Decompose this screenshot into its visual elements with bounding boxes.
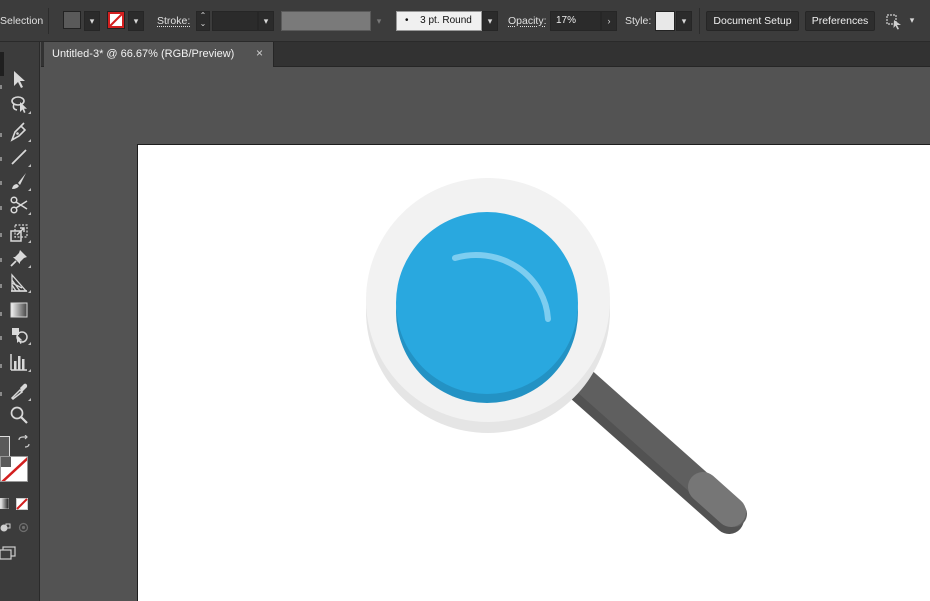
opacity-label[interactable]: Opacity: <box>508 15 547 27</box>
brush-dot-icon: • <box>405 15 409 26</box>
column-graph-tool[interactable] <box>8 351 32 373</box>
screen-mode-icon[interactable] <box>0 546 16 560</box>
scale-icon <box>10 224 28 242</box>
stroke-none-icon <box>108 12 124 28</box>
panel-edge-mark <box>0 157 2 161</box>
pin-icon <box>10 250 27 267</box>
style-swatch[interactable] <box>655 11 675 31</box>
panel-edge-mark <box>0 392 2 396</box>
document-tab[interactable]: Untitled-3* @ 66.67% (RGB/Preview) × <box>44 42 274 67</box>
panel-edge-mark <box>0 133 2 137</box>
gradient-swatch-icon[interactable] <box>0 497 10 510</box>
panel-edge-mark <box>0 206 2 210</box>
document-tab-bar: Untitled-3* @ 66.67% (RGB/Preview) × <box>41 42 930 67</box>
lasso-icon <box>11 96 27 113</box>
panel-edge-mark <box>0 85 2 89</box>
panel-edge-mark <box>0 336 2 340</box>
pen-tool[interactable] <box>8 121 32 143</box>
document-tab-title: Untitled-3* @ 66.67% (RGB/Preview) <box>52 48 235 60</box>
draw-normal-icon[interactable] <box>0 522 11 533</box>
line-segment-tool[interactable] <box>8 146 32 168</box>
scissors-icon <box>10 196 28 214</box>
none-button-icon[interactable] <box>16 498 28 510</box>
paintbrush-icon <box>12 173 26 189</box>
selection-label: Selection <box>0 15 44 27</box>
shape-builder-tool[interactable] <box>8 324 32 346</box>
brush-definition-field[interactable]: • 3 pt. Round <box>396 11 482 31</box>
fill-dropdown-button[interactable]: ▾ <box>84 11 100 31</box>
eyedropper-tool[interactable] <box>8 380 32 402</box>
stroke-color-box[interactable] <box>0 456 28 482</box>
perspective-grid-icon <box>11 273 28 292</box>
selection-tool-active-marker <box>0 52 4 76</box>
scissors-tool[interactable] <box>8 194 32 216</box>
gradient-tool[interactable] <box>8 299 32 321</box>
arrange-documents-icon[interactable] <box>884 11 904 31</box>
swap-fill-stroke-icon[interactable] <box>17 434 31 449</box>
line-icon <box>11 149 27 165</box>
perspective-grid-tool[interactable] <box>8 272 32 294</box>
stroke-dropdown-button[interactable]: ▾ <box>128 11 144 31</box>
stroke-weight-dropdown[interactable]: ▾ <box>258 11 274 31</box>
tools-panel <box>0 42 40 601</box>
zoom-tool[interactable] <box>8 404 32 426</box>
direct-selection-tool[interactable] <box>8 68 32 90</box>
stroke-weight-stepper[interactable]: ⌃ ⌄ <box>196 11 210 31</box>
style-label: Style: <box>625 15 652 27</box>
control-separator <box>48 8 49 34</box>
magnifier-lens <box>396 212 578 394</box>
control-separator <box>699 8 700 34</box>
stroke-swatch[interactable] <box>107 11 125 29</box>
magnifying-glass-artwork[interactable] <box>138 145 930 601</box>
panel-edge-mark <box>0 258 2 262</box>
shape-builder-icon <box>12 328 28 344</box>
fill-swatch[interactable] <box>63 11 81 29</box>
pen-icon <box>10 122 27 142</box>
magnifier-handle <box>563 366 747 534</box>
panel-edge-mark <box>0 312 2 316</box>
stroke-label[interactable]: Stroke: <box>157 15 190 27</box>
stroke-weight-input[interactable] <box>212 11 258 31</box>
opacity-slider-button[interactable]: › <box>601 11 617 31</box>
variable-width-profile[interactable] <box>281 11 371 31</box>
eyedropper-icon <box>10 383 28 400</box>
puppet-warp-tool[interactable] <box>8 247 32 269</box>
direct-selection-icon <box>14 71 25 88</box>
panel-edge-mark <box>0 364 2 368</box>
variable-width-dropdown[interactable]: ▾ <box>371 11 387 31</box>
lasso-tool[interactable] <box>8 93 32 115</box>
arrange-dropdown-button[interactable]: ▾ <box>904 11 920 31</box>
scale-tool[interactable] <box>8 222 32 244</box>
panel-edge-mark <box>0 233 2 237</box>
none-swatch-icon <box>1 457 27 481</box>
gradient-icon <box>10 302 28 318</box>
zoom-icon <box>10 406 28 424</box>
paintbrush-tool[interactable] <box>8 170 32 192</box>
style-dropdown-button[interactable]: ▾ <box>676 11 692 31</box>
draw-inside-icon[interactable] <box>18 522 29 533</box>
panel-edge-mark <box>0 284 2 288</box>
control-bar: Selection ▾ ▾ Stroke: ⌃ ⌄ ▾ ▾ • 3 pt. Rou… <box>0 0 930 42</box>
document-setup-button[interactable]: Document Setup <box>706 11 799 31</box>
opacity-input[interactable]: 17% <box>550 11 601 31</box>
brush-dropdown-button[interactable]: ▾ <box>482 11 498 31</box>
artboard[interactable] <box>138 145 930 601</box>
preferences-button[interactable]: Preferences <box>805 11 875 31</box>
panel-edge-mark <box>0 181 2 185</box>
column-graph-icon <box>10 354 27 371</box>
brush-definition-value: 3 pt. Round <box>420 15 472 26</box>
close-tab-icon[interactable]: × <box>256 46 263 60</box>
